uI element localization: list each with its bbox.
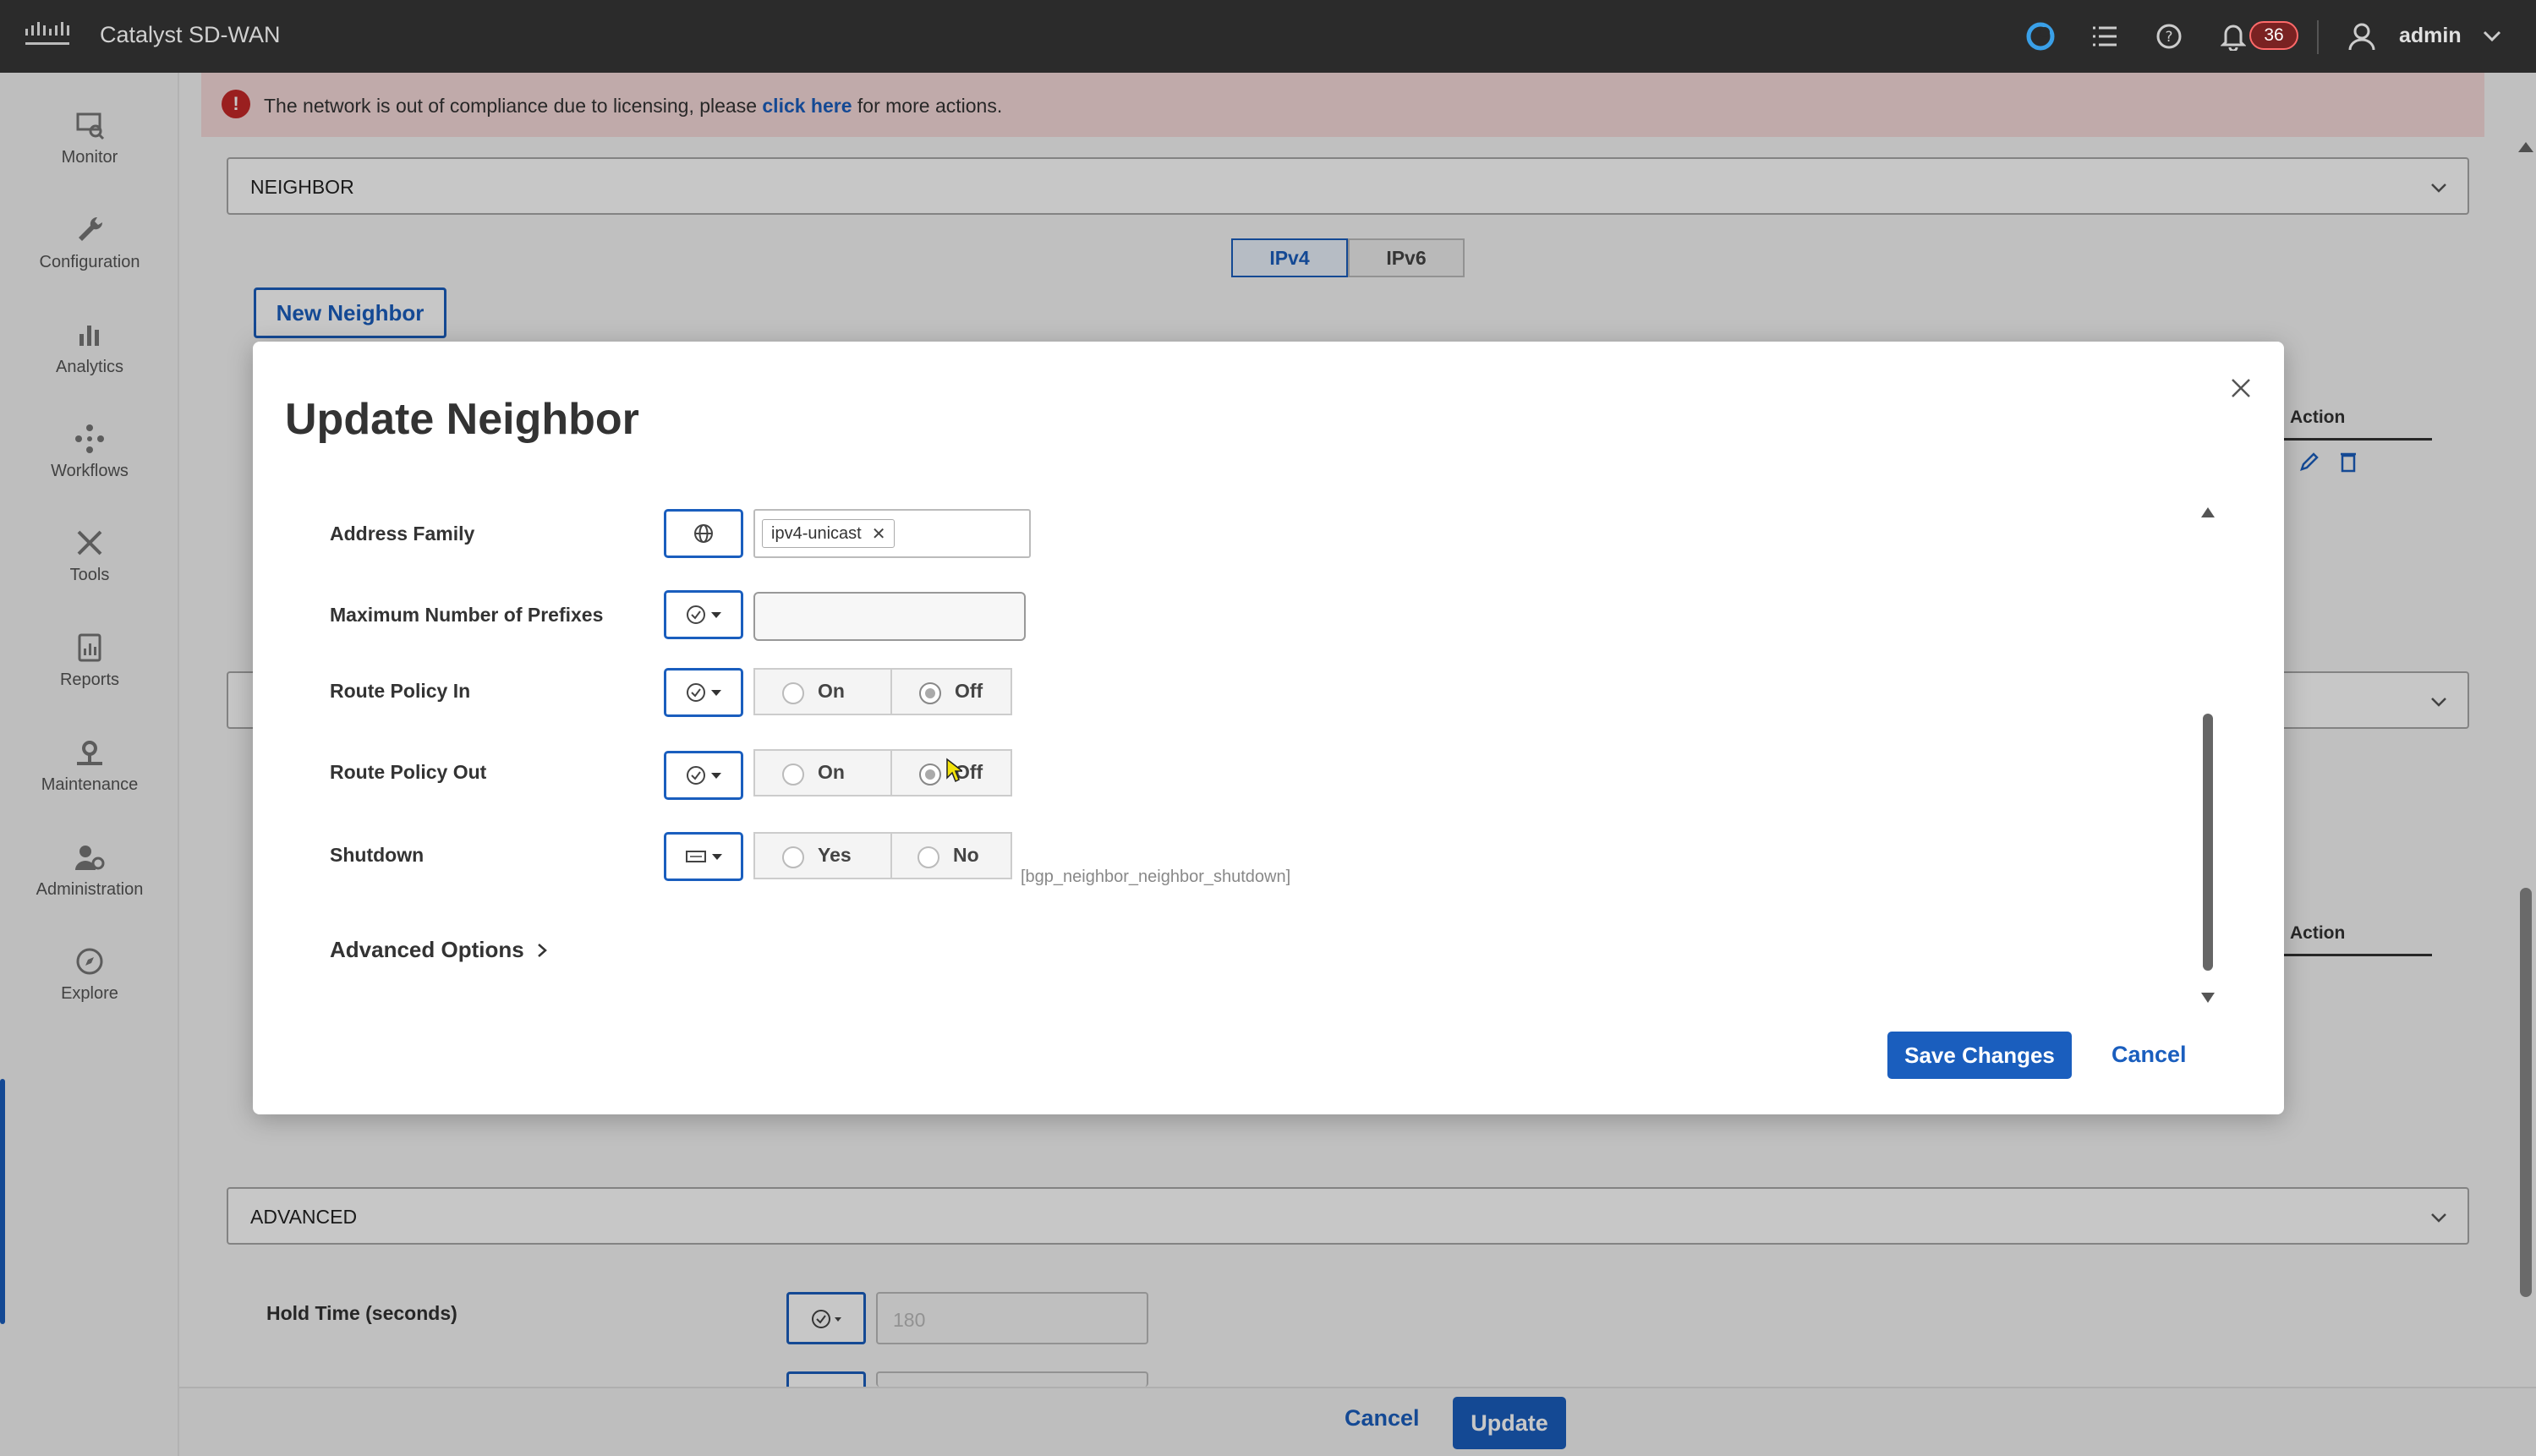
route-policy-out-label: Route Policy Out xyxy=(330,761,487,783)
radio-circle xyxy=(917,846,939,868)
radio-circle xyxy=(782,682,804,704)
dialog-scrollbar-thumb[interactable] xyxy=(2203,714,2213,971)
shutdown-label: Shutdown xyxy=(330,844,424,866)
svg-text:?: ? xyxy=(2165,29,2172,46)
user-avatar-icon[interactable] xyxy=(2344,19,2380,54)
address-family-tag-input[interactable]: ipv4-unicast ✕ xyxy=(753,509,1031,558)
address-family-scope-select[interactable] xyxy=(664,509,743,558)
shutdown-scope-select[interactable] xyxy=(664,832,743,881)
route-policy-in-off-radio[interactable]: Off xyxy=(890,668,1012,715)
dialog-title: Update Neighbor xyxy=(285,395,639,444)
dialog-scroll-down-arrow[interactable] xyxy=(2201,993,2215,1003)
caret-down-icon xyxy=(711,772,721,779)
radio-circle xyxy=(782,764,804,785)
chevron-down-icon[interactable] xyxy=(2474,19,2510,54)
shutdown-yes-radio[interactable]: Yes xyxy=(753,832,892,879)
max-prefixes-label: Maximum Number of Prefixes xyxy=(330,604,604,626)
route-policy-in-label: Route Policy In xyxy=(330,680,471,702)
caret-down-icon xyxy=(712,853,722,860)
mouse-cursor-icon xyxy=(946,758,962,783)
check-circle-icon xyxy=(687,605,705,624)
radio-circle-selected xyxy=(919,764,941,785)
advanced-options-toggle[interactable]: Advanced Options xyxy=(330,937,548,963)
route-policy-out-on-radio[interactable]: On xyxy=(753,749,892,796)
sdwan-status-icon[interactable] xyxy=(2023,19,2058,54)
user-name[interactable]: admin xyxy=(2399,24,2462,48)
route-policy-in-on-radio[interactable]: On xyxy=(753,668,892,715)
radio-circle xyxy=(782,846,804,868)
notification-count-badge[interactable]: 36 xyxy=(2249,21,2298,50)
save-changes-button[interactable]: Save Changes xyxy=(1887,1032,2072,1079)
shutdown-variable-name: [bgp_neighbor_neighbor_shutdown] xyxy=(1021,868,1291,886)
address-family-label: Address Family xyxy=(330,523,475,545)
check-circle-icon xyxy=(687,766,705,785)
max-prefixes-input[interactable] xyxy=(753,592,1026,641)
route-policy-out-scope-select[interactable] xyxy=(664,751,743,800)
shutdown-no-radio[interactable]: No xyxy=(890,832,1012,879)
help-icon[interactable]: ? xyxy=(2151,19,2187,54)
task-list-icon[interactable] xyxy=(2087,19,2122,54)
caret-down-icon xyxy=(711,611,721,618)
update-neighbor-dialog: Update Neighbor Address Family ipv4-unic… xyxy=(253,342,2284,1114)
caret-down-icon xyxy=(711,689,721,696)
dialog-cancel-button[interactable]: Cancel xyxy=(2112,1042,2187,1068)
notification-bell-icon[interactable] xyxy=(2216,19,2251,54)
radio-circle-selected xyxy=(919,682,941,704)
address-family-tag: ipv4-unicast ✕ xyxy=(762,519,896,548)
chevron-right-icon xyxy=(537,943,547,957)
close-icon[interactable] xyxy=(2227,374,2255,402)
globe-icon xyxy=(694,524,713,543)
cisco-logo-icon xyxy=(25,22,69,45)
topbar-divider xyxy=(2317,20,2319,54)
dialog-scroll-up-arrow[interactable] xyxy=(2201,507,2215,517)
remove-tag-icon[interactable]: ✕ xyxy=(872,523,886,545)
device-variable-icon xyxy=(686,851,706,862)
top-bar: Catalyst SD-WAN ? 36 admin xyxy=(0,0,2536,73)
app-title: Catalyst SD-WAN xyxy=(100,22,281,47)
max-prefixes-scope-select[interactable] xyxy=(664,590,743,639)
route-policy-in-scope-select[interactable] xyxy=(664,668,743,717)
check-circle-icon xyxy=(687,683,705,702)
